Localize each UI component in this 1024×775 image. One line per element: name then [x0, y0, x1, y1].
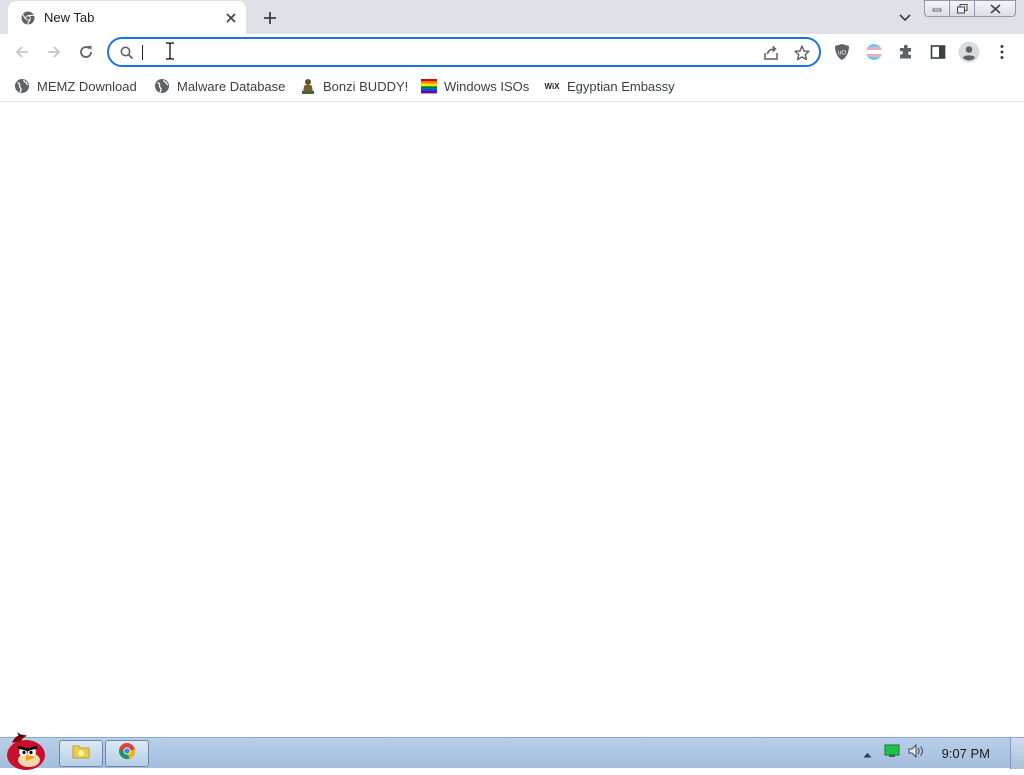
- globe-icon: [154, 78, 170, 94]
- bookmark-malware-database[interactable]: Malware Database: [154, 76, 285, 96]
- window-controls: [924, 0, 1016, 18]
- wix-icon: WiX: [544, 78, 560, 94]
- svg-text:WiX: WiX: [544, 82, 560, 91]
- search-icon: [119, 45, 135, 61]
- page-content: [0, 103, 1024, 737]
- bookmark-egyptian-embassy[interactable]: WiX Egyptian Embassy: [544, 76, 675, 96]
- ublock-extension-icon[interactable]: uO: [832, 42, 852, 62]
- bookmark-label: Egyptian Embassy: [567, 78, 675, 94]
- chrome-icon: [118, 742, 136, 765]
- reload-button[interactable]: [74, 40, 98, 64]
- menu-kebab-icon[interactable]: [992, 42, 1012, 62]
- show-desktop-button[interactable]: [1010, 738, 1024, 769]
- taskbar: 9:07 PM: [0, 732, 1024, 770]
- close-window-button[interactable]: [974, 0, 1016, 17]
- start-button-angry-bird-icon[interactable]: [2, 730, 50, 770]
- bookmark-bonzi-buddy[interactable]: Bonzi BUDDY!: [300, 76, 408, 96]
- minimize-button[interactable]: [924, 0, 950, 17]
- trans-flag-extension-icon[interactable]: [864, 42, 884, 62]
- bookmark-label: Bonzi BUDDY!: [323, 78, 409, 94]
- bookmark-memz-download[interactable]: MEMZ Download: [14, 76, 137, 96]
- address-bar[interactable]: [107, 37, 821, 67]
- tab-strip: New Tab: [0, 0, 1024, 34]
- bookmark-windows-isos[interactable]: Windows ISOs: [421, 76, 529, 96]
- new-tab-button[interactable]: [258, 6, 282, 30]
- back-button[interactable]: [10, 40, 34, 64]
- clock[interactable]: 9:07 PM: [942, 746, 990, 761]
- bookmark-label: Windows ISOs: [444, 78, 530, 94]
- system-tray: 9:07 PM: [863, 738, 1024, 769]
- folder-icon: [72, 743, 90, 764]
- bonzi-icon: [300, 78, 316, 94]
- volume-icon[interactable]: [908, 743, 926, 763]
- profile-avatar-icon[interactable]: [958, 41, 980, 63]
- taskbar-chrome-button[interactable]: [105, 740, 149, 767]
- ibeam-cursor-icon: [165, 42, 175, 60]
- bookmarks-bar: MEMZ Download Malware Database Bonzi BUD…: [0, 70, 1024, 102]
- browser-toolbar: uO: [0, 34, 1024, 70]
- chrome-icon: [21, 11, 35, 25]
- rainbow-flag-icon: [421, 78, 437, 94]
- taskbar-explorer-button[interactable]: [59, 740, 103, 767]
- bookmark-star-icon[interactable]: [793, 44, 811, 62]
- bookmark-label: MEMZ Download: [37, 78, 137, 94]
- share-icon[interactable]: [762, 44, 780, 62]
- tab-search-chevron-icon[interactable]: [894, 8, 916, 28]
- show-hidden-icons-icon[interactable]: [863, 745, 872, 763]
- bookmark-label: Malware Database: [177, 78, 286, 94]
- svg-text:uO: uO: [838, 51, 846, 57]
- globe-icon: [14, 78, 30, 94]
- close-tab-icon[interactable]: [222, 9, 240, 27]
- side-panel-icon[interactable]: [928, 42, 948, 62]
- tab-new-tab[interactable]: New Tab: [8, 1, 246, 34]
- network-icon[interactable]: [884, 744, 900, 763]
- extensions-puzzle-icon[interactable]: [896, 42, 916, 62]
- restore-button[interactable]: [949, 0, 975, 17]
- tab-title: New Tab: [44, 10, 95, 25]
- address-input[interactable]: [142, 43, 742, 62]
- text-caret: [142, 45, 143, 60]
- forward-button[interactable]: [42, 40, 66, 64]
